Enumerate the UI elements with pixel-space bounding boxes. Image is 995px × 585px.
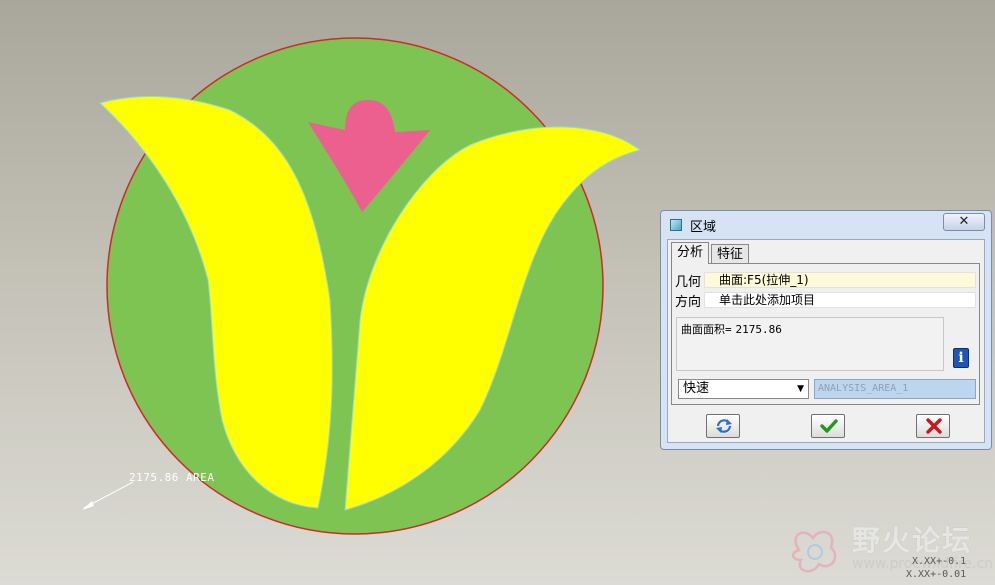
chevron-down-icon: ▼ bbox=[797, 384, 804, 394]
checkmark-icon bbox=[820, 419, 838, 433]
geometry-collector[interactable]: 曲面:F5(拉伸_1) bbox=[704, 272, 976, 288]
coordinate-readout-1: X.XX+-0.1 bbox=[912, 556, 967, 567]
area-annotation: 2175.86 AREA bbox=[129, 471, 215, 484]
dialog-window-icon bbox=[670, 219, 682, 231]
result-value: 2175.86 bbox=[735, 323, 782, 336]
watermark-logo-icon bbox=[792, 530, 837, 573]
result-label: 曲面面积= bbox=[681, 323, 732, 336]
dialog-client-area: 分析 特征 几何 曲面:F5(拉伸_1) 方向 单击此处添加项目 曲面面积= 2… bbox=[667, 239, 985, 443]
area-analysis-dialog: 区域 ✕ 分析 特征 几何 曲面:F5(拉伸_1) 方向 单击此处添加项目 曲面… bbox=[660, 210, 992, 450]
direction-collector[interactable]: 单击此处添加项目 bbox=[704, 292, 976, 308]
geometry-label: 几何 bbox=[675, 275, 702, 290]
repeat-icon bbox=[716, 419, 732, 433]
analysis-panel: 几何 曲面:F5(拉伸_1) 方向 单击此处添加项目 曲面面积= 2175.86… bbox=[671, 263, 980, 405]
coordinate-readout-2: X.XX+-0.01 bbox=[906, 569, 967, 580]
result-output: 曲面面积= 2175.86 bbox=[676, 317, 944, 371]
mode-dropdown[interactable]: 快速 ▼ bbox=[678, 379, 809, 399]
analysis-name-field[interactable]: ANALYSIS_AREA_1 bbox=[814, 379, 976, 399]
tab-analysis[interactable]: 分析 bbox=[671, 242, 710, 264]
tab-feature[interactable]: 特征 bbox=[711, 244, 750, 264]
ok-button[interactable] bbox=[811, 414, 845, 438]
dialog-titlebar[interactable]: 区域 ✕ bbox=[661, 211, 991, 237]
dialog-title: 区域 bbox=[690, 220, 717, 235]
cross-icon bbox=[926, 418, 942, 434]
mode-value: 快速 bbox=[683, 381, 710, 396]
info-icon[interactable]: i bbox=[953, 348, 969, 368]
watermark-title: 野火论坛 bbox=[852, 524, 973, 557]
repeat-button[interactable] bbox=[706, 414, 740, 438]
cancel-button[interactable] bbox=[916, 414, 950, 438]
close-button[interactable]: ✕ bbox=[943, 213, 985, 231]
direction-label: 方向 bbox=[675, 295, 702, 310]
